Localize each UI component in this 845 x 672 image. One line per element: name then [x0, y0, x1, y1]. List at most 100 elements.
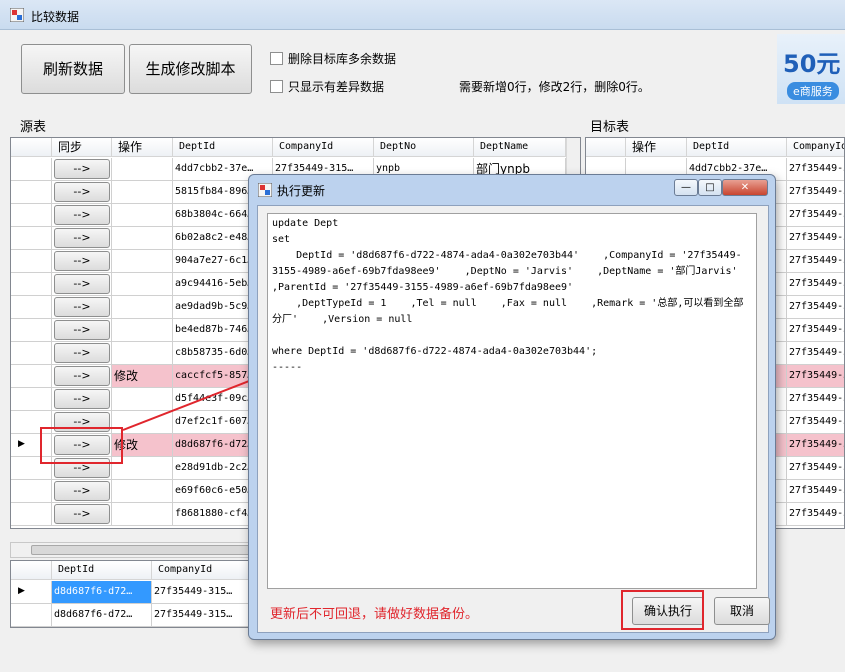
- maximize-button[interactable]: □: [698, 179, 722, 196]
- row-header[interactable]: [11, 388, 52, 410]
- sync-cell: -->: [52, 250, 112, 272]
- op-cell: [112, 250, 173, 272]
- col-header-companyid[interactable]: CompanyId: [152, 561, 252, 580]
- current-row-arrow-icon: ▶: [18, 586, 25, 596]
- row-header[interactable]: [11, 273, 52, 295]
- op-cell: [112, 158, 173, 180]
- sync-cell: -->: [52, 388, 112, 410]
- row-header-corner: [11, 138, 52, 157]
- highlight-box-confirm-button: [621, 590, 704, 630]
- cancel-button[interactable]: 取消: [714, 597, 770, 625]
- target-label: 目标表: [590, 120, 630, 135]
- generate-script-button[interactable]: 生成修改脚本: [129, 44, 252, 94]
- op-cell: [112, 319, 173, 341]
- col-header-op[interactable]: 操作: [626, 138, 687, 157]
- col-header-deptno[interactable]: DeptNo: [374, 138, 474, 157]
- sync-row-button[interactable]: -->: [54, 182, 110, 202]
- row-header[interactable]: [11, 365, 52, 387]
- row-header[interactable]: [11, 342, 52, 364]
- sync-row-button[interactable]: -->: [54, 389, 110, 409]
- sync-row-button[interactable]: -->: [54, 320, 110, 340]
- hscroll-thumb[interactable]: [31, 545, 271, 555]
- col-header-companyid[interactable]: CompanyId: [787, 138, 844, 157]
- sync-row-button[interactable]: -->: [54, 159, 110, 179]
- sync-cell: -->: [52, 181, 112, 203]
- op-cell: [112, 204, 173, 226]
- row-header[interactable]: [11, 204, 52, 226]
- sync-cell: -->: [52, 342, 112, 364]
- sync-row-button[interactable]: -->: [54, 251, 110, 271]
- sync-cell: -->: [52, 204, 112, 226]
- close-button[interactable]: ✕: [722, 179, 768, 196]
- companyid-cell: 27f35449-3: [787, 480, 844, 502]
- app-window-icon: [10, 8, 24, 22]
- dialog-title: 执行更新: [277, 184, 326, 198]
- checkbox-box[interactable]: [270, 52, 283, 65]
- companyid-cell: 27f35449-3: [787, 158, 844, 180]
- row-header[interactable]: [11, 227, 52, 249]
- sync-row-button[interactable]: -->: [54, 205, 110, 225]
- op-cell: [112, 273, 173, 295]
- op-cell: [112, 181, 173, 203]
- execute-update-dialog[interactable]: 执行更新 — □ ✕ update Dept set DeptId = 'd8d…: [248, 174, 776, 640]
- window-title: 比较数据: [31, 10, 80, 24]
- col-header-sync[interactable]: 同步: [52, 138, 112, 157]
- ad-banner[interactable]: 50元 e商服务: [777, 34, 845, 104]
- row-header[interactable]: [11, 480, 52, 502]
- companyid-cell: 27f35449-3: [787, 204, 844, 226]
- companyid-cell: 27f35449-3: [787, 365, 844, 387]
- highlight-box-sync-button: [40, 427, 123, 464]
- col-header-deptid[interactable]: DeptId: [173, 138, 273, 157]
- companyid-cell: 27f35449-3: [787, 388, 844, 410]
- companyid-cell: 27f35449-315…: [152, 604, 252, 626]
- deptid-cell: d8d687f6-d72…: [52, 581, 152, 603]
- op-cell: [112, 227, 173, 249]
- companyid-cell: 27f35449-3: [787, 503, 844, 525]
- summary-text: 需要新增0行，修改2行，删除0行。: [459, 80, 650, 94]
- companyid-cell: 27f35449-3: [787, 319, 844, 341]
- companyid-cell: 27f35449-3: [787, 250, 844, 272]
- sync-row-button[interactable]: -->: [54, 228, 110, 248]
- op-cell: [112, 296, 173, 318]
- col-header-deptid[interactable]: DeptId: [52, 561, 152, 580]
- companyid-cell: 27f35449-3: [787, 342, 844, 364]
- refresh-button[interactable]: 刷新数据: [21, 44, 125, 94]
- sync-row-button[interactable]: -->: [54, 297, 110, 317]
- minimize-button[interactable]: —: [674, 179, 698, 196]
- only-diff-checkbox[interactable]: 只显示有差异数据: [270, 78, 384, 95]
- deptid-cell: d8d687f6-d72…: [52, 604, 152, 626]
- row-header[interactable]: [11, 181, 52, 203]
- row-header[interactable]: [11, 296, 52, 318]
- op-cell: [112, 503, 173, 525]
- checkbox-box[interactable]: [270, 80, 283, 93]
- sync-cell: -->: [52, 296, 112, 318]
- delete-extra-checkbox[interactable]: 删除目标库多余数据: [270, 50, 396, 67]
- col-header-op[interactable]: 操作: [112, 138, 173, 157]
- col-header-companyid[interactable]: CompanyId: [273, 138, 374, 157]
- sync-row-button[interactable]: -->: [54, 504, 110, 524]
- source-label: 源表: [20, 120, 47, 135]
- row-header[interactable]: [11, 604, 52, 626]
- dialog-client: update Dept set DeptId = 'd8d687f6-d722-…: [257, 205, 770, 633]
- col-header-deptname[interactable]: DeptName: [474, 138, 566, 157]
- sync-cell: -->: [52, 319, 112, 341]
- delete-extra-label: 删除目标库多余数据: [288, 52, 397, 66]
- row-header-corner: [11, 561, 52, 580]
- sync-cell: -->: [52, 365, 112, 387]
- sync-row-button[interactable]: -->: [54, 366, 110, 386]
- sync-cell: -->: [52, 273, 112, 295]
- col-header-deptid[interactable]: DeptId: [687, 138, 787, 157]
- row-header[interactable]: [11, 319, 52, 341]
- row-header[interactable]: [11, 503, 52, 525]
- sync-row-button[interactable]: -->: [54, 274, 110, 294]
- sync-cell: -->: [52, 480, 112, 502]
- row-header[interactable]: [11, 158, 52, 180]
- current-row-arrow-icon: ▶: [18, 439, 25, 449]
- ad-headline: 50元: [783, 50, 841, 78]
- sync-cell: -->: [52, 503, 112, 525]
- row-header[interactable]: [11, 250, 52, 272]
- companyid-cell: 27f35449-3: [787, 434, 844, 456]
- sync-row-button[interactable]: -->: [54, 481, 110, 501]
- sync-row-button[interactable]: -->: [54, 343, 110, 363]
- sql-textbox[interactable]: update Dept set DeptId = 'd8d687f6-d722-…: [267, 213, 757, 589]
